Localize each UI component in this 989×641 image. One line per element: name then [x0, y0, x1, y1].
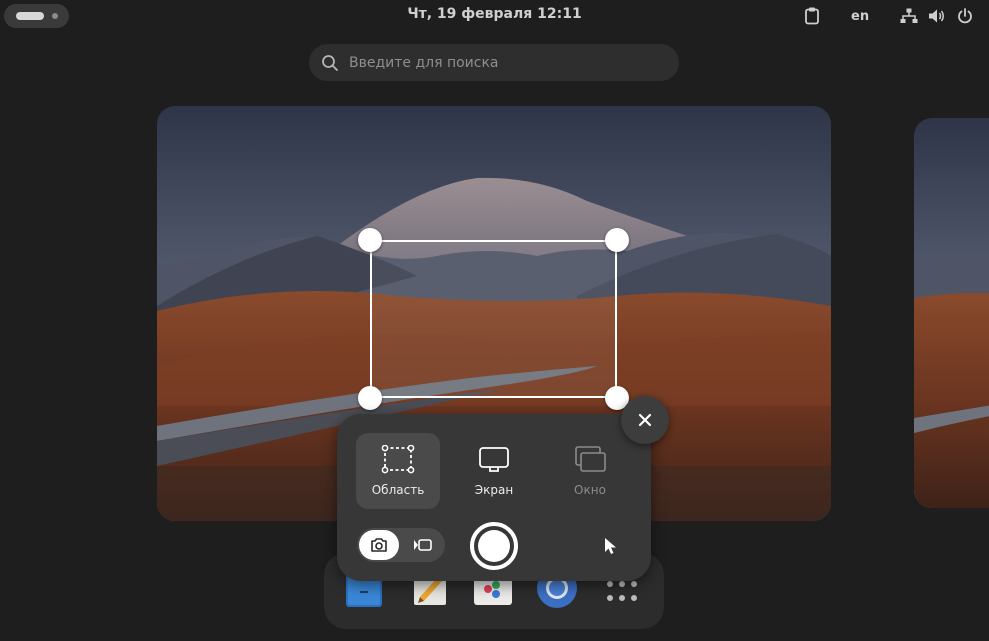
wallpaper-image-secondary — [914, 118, 989, 508]
close-screenshot-button[interactable] — [621, 396, 669, 444]
search-placeholder: Введите для поиска — [349, 54, 499, 71]
window-icon — [575, 446, 606, 472]
area-select-icon — [381, 445, 415, 474]
mode-area-label: Область — [371, 483, 425, 497]
capture-button[interactable] — [470, 522, 518, 570]
area-selection[interactable] — [370, 240, 617, 398]
selection-handle-top-right[interactable] — [605, 228, 629, 252]
mode-screen-button[interactable]: Экран — [452, 433, 536, 509]
power-icon[interactable] — [957, 6, 973, 26]
pointer-icon — [605, 538, 616, 554]
show-pointer-toggle[interactable] — [599, 534, 623, 558]
selection-handle-top-left[interactable] — [358, 228, 382, 252]
top-bar: Чт, 19 февраля 12:11 en — [0, 0, 989, 32]
network-icon[interactable] — [900, 6, 918, 26]
clock[interactable]: Чт, 19 февраля 12:11 — [0, 6, 989, 22]
mode-screen-label: Экран — [474, 483, 514, 497]
screen-icon — [479, 447, 509, 472]
search-entry[interactable]: Введите для поиска — [309, 44, 679, 81]
next-workspace-thumbnail[interactable] — [914, 118, 989, 508]
camera-icon — [371, 538, 387, 552]
screencast-toggle-button[interactable] — [403, 530, 443, 560]
shutter-icon — [478, 530, 510, 562]
clipboard-icon[interactable] — [804, 6, 820, 26]
volume-icon[interactable] — [928, 6, 946, 26]
screenshot-panel: Область Экран Окно — [337, 414, 651, 581]
mode-window-label: Окно — [574, 483, 606, 497]
show-apps-icon[interactable] — [604, 579, 640, 605]
screencast-icon — [414, 539, 432, 551]
mode-window-button[interactable]: Окно — [548, 433, 632, 509]
selection-handle-bottom-left[interactable] — [358, 386, 382, 410]
screenshot-toggle-button[interactable] — [359, 530, 399, 560]
capture-type-toggle — [357, 528, 445, 562]
mode-area-button[interactable]: Область — [356, 433, 440, 509]
close-icon — [638, 413, 652, 427]
search-icon — [322, 54, 338, 71]
language-indicator[interactable]: en — [851, 6, 869, 26]
